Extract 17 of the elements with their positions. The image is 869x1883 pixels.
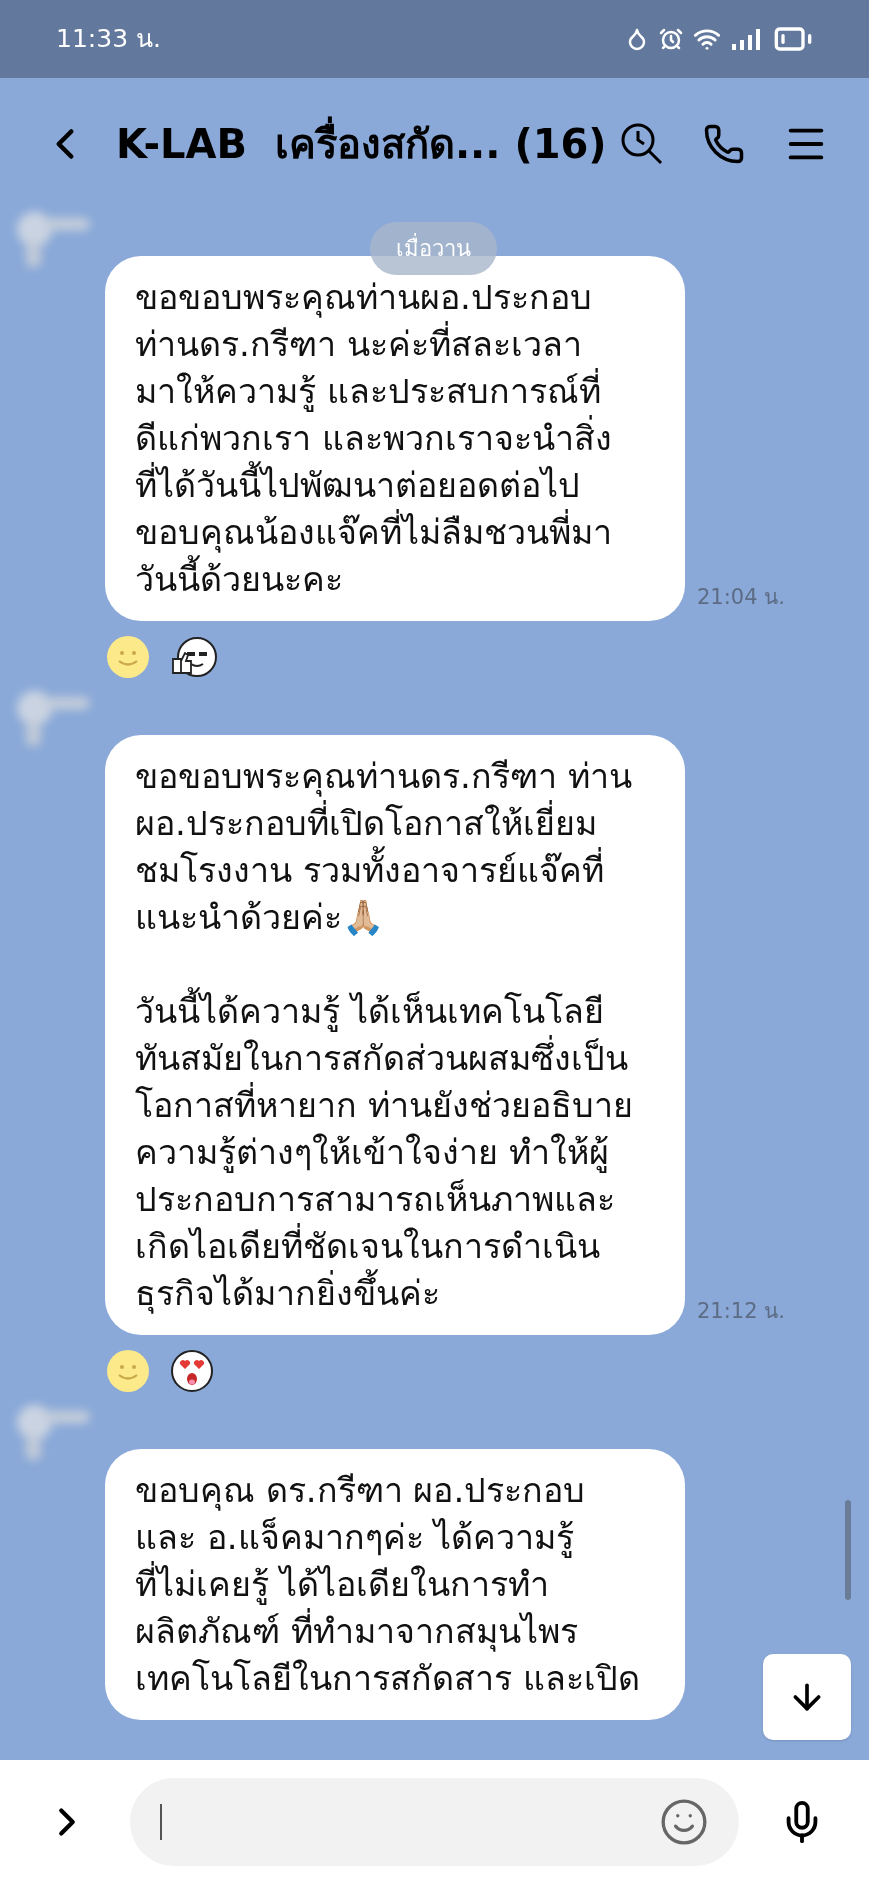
thumbs-up-face-icon: [170, 635, 218, 679]
message-bubble[interactable]: ขอบคุณ ดร.กรีฑา ผอ.ประกอบ และ อ.แจ็คมากๆค่ะ ได้ความรู้ ที่ไม่เคยรู้ ได้ไอเดียในการทำ ผลิตภัณฑ์ ที่ทำมาจากสมุนไพร เทคโนโลยีในการสกัดสาร และเปิด: [105, 1449, 685, 1720]
scrollbar-thumb[interactable]: [845, 1500, 851, 1600]
message-bubble[interactable]: ขอขอบพระคุณท่านดร.กรีฑา ท่าน ผอ.ประกอบที่เปิดโอกาสให้เยี่ยม ชมโรงงาน รวมทั้งอาจารย์แจ๊คที่ แนะนำด้วยค่ะ🙏🏼 วันนี้ได้ความรู้ ได้เห็นเทคโนโลยี ทันสมัยในการสกัดส่วนผสมซึ่งเป็น โอกาสที่หายาก ท่านยังช่วยอธิบาย ความรู้ต่างๆให้เข้าใจง่าย ทำให้ผู้ ประกอบการสามารถเห็นภาพและ เกิดไอเดียที่ชัดเจนในการดำเนิน ธุรกิจได้มากยิ่งขึ้นค่ะ: [105, 735, 685, 1335]
clock-time: 11:33 น.: [56, 23, 161, 56]
date-chip: เมื่อวาน: [370, 222, 497, 275]
call-icon[interactable]: [703, 123, 745, 165]
scroll-down-button[interactable]: [763, 1654, 851, 1740]
search-history-icon[interactable]: [619, 121, 665, 167]
text-cursor: [160, 1803, 162, 1840]
message-bubble[interactable]: ขอขอบพระคุณท่านผอ.ประกอบ ท่านดร.กรีฑา นะค่ะที่สละเวลา มาให้ความรู้ และประสบการณ์ที่ ดีแก่พวกเรา และพวกเราจะนำสิ่ง ที่ได้วันนี้ไปพัฒนาต่อยอดต่อไป ขอบคุณน้องแจ๊คที่ไม่ลืมชวนพี่มา วันนี้ด้วยนะคะ: [105, 256, 685, 621]
message-time: 21:12 น.: [697, 1297, 785, 1325]
alarm-icon: [659, 27, 683, 51]
signal-icon: [731, 27, 763, 51]
message-time: 21:04 น.: [697, 583, 785, 611]
heart-eyes-face-icon: [170, 1349, 214, 1393]
chat-title: K-LAB เครื่องสกัด... (16): [116, 114, 607, 174]
